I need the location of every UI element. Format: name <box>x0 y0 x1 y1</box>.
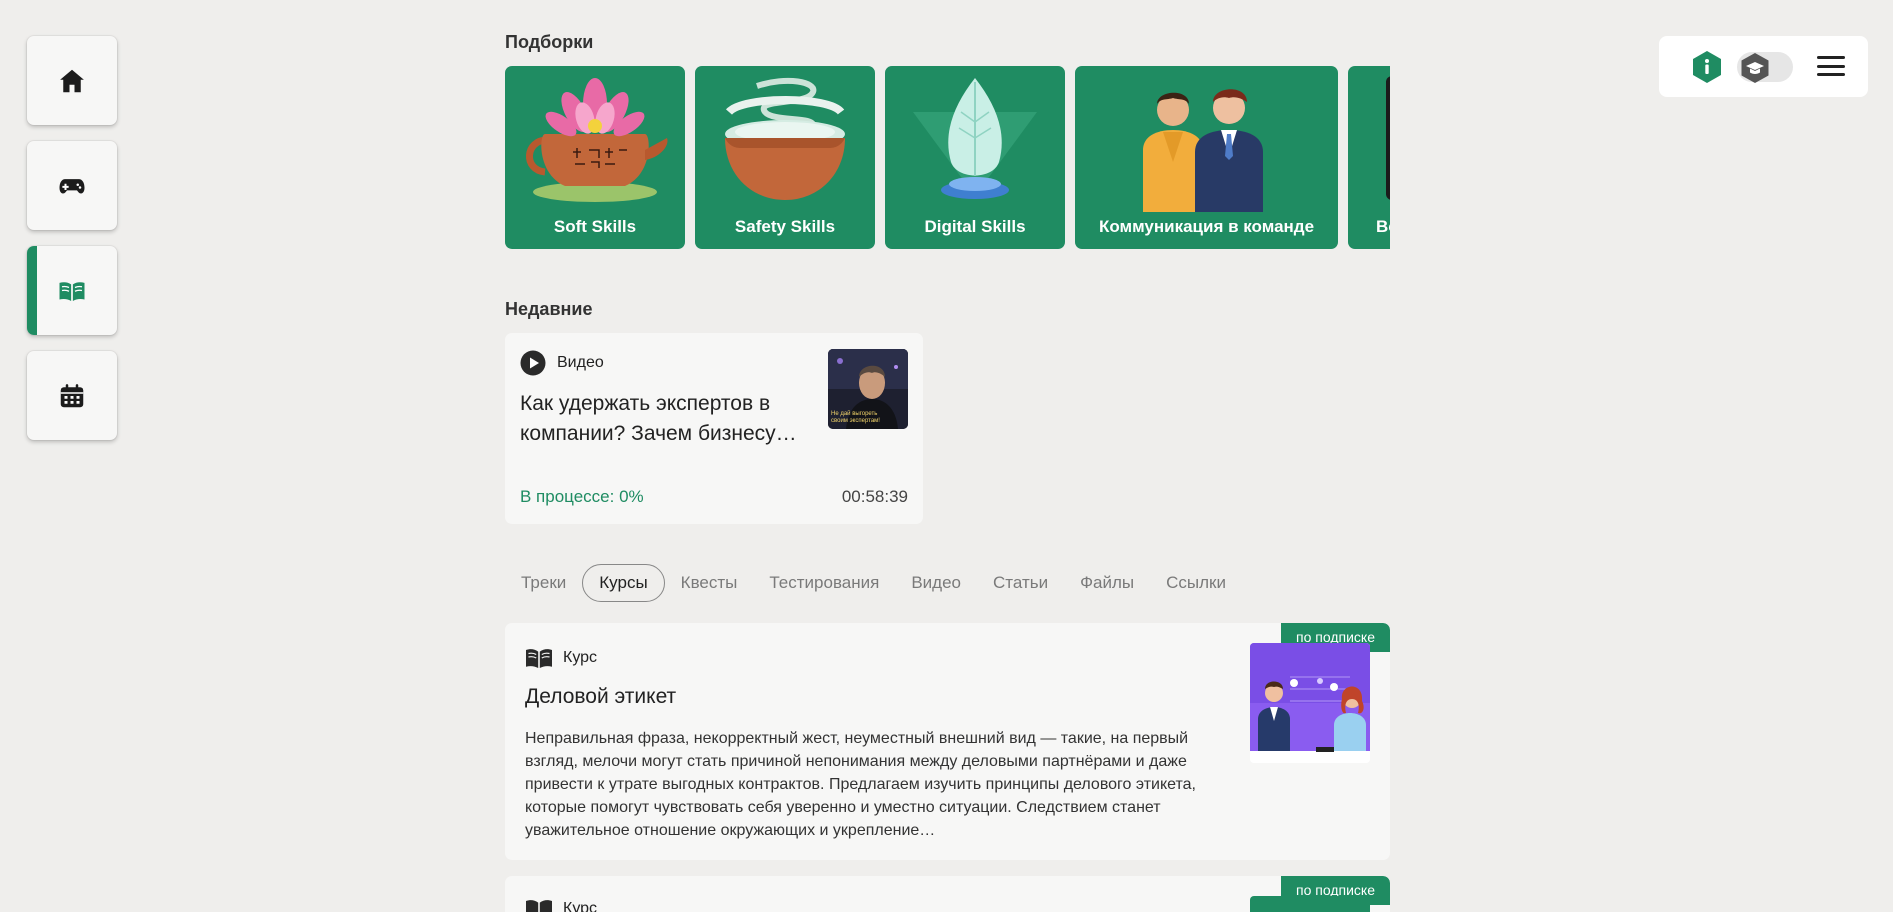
card-type-label: Курс <box>563 649 598 666</box>
tab-quests[interactable]: Квесты <box>665 564 754 602</box>
nav-games-button[interactable] <box>27 141 117 230</box>
book-icon <box>526 900 552 912</box>
tab-links[interactable]: Ссылки <box>1150 564 1242 602</box>
thumbnail-caption: Не дай выгореть своим экспертам! <box>831 411 880 424</box>
partial-card-art <box>1386 76 1390 200</box>
collection-label: Коммуникация в команде <box>1098 217 1315 236</box>
course-card-business-etiquette[interactable]: по подписке Курс Деловой этикет Неправил… <box>505 623 1390 860</box>
collections-carousel[interactable]: Soft Skills Safety Skills Digital Skills <box>505 66 1390 249</box>
video-thumbnail: Не дай выгореть своим экспертам! <box>828 349 908 429</box>
progress-status: В процессе: 0% <box>520 487 644 506</box>
collection-label: Во <box>1376 217 1390 236</box>
collection-card-team-communication[interactable]: Коммуникация в команде <box>1075 66 1338 249</box>
business-meeting-art <box>1250 643 1370 763</box>
top-toolbar <box>1659 36 1868 97</box>
course-thumbnail <box>1250 643 1370 763</box>
collection-card-digital-skills[interactable]: Digital Skills <box>885 66 1065 249</box>
card-type-label: Видео <box>557 354 604 371</box>
home-icon <box>60 69 84 92</box>
info-hexagon-icon <box>1693 51 1721 83</box>
collection-card-safety-skills[interactable]: Safety Skills <box>695 66 875 249</box>
course-card-second[interactable]: по подписке Курс <box>505 876 1390 912</box>
left-nav <box>27 36 117 456</box>
gamepad-icon <box>59 178 85 193</box>
nav-library-button[interactable] <box>27 246 117 335</box>
collections-title: Подборки <box>505 32 594 52</box>
recent-title: Недавние <box>505 299 593 319</box>
tab-courses[interactable]: Курсы <box>582 564 665 602</box>
info-button[interactable] <box>1691 50 1723 84</box>
tab-tracks[interactable]: Треки <box>505 564 582 602</box>
collection-label: Soft Skills <box>553 217 637 236</box>
mode-toggle[interactable] <box>1737 52 1793 83</box>
course-description: Неправильная фраза, некорректный жест, н… <box>525 730 1196 839</box>
tab-files[interactable]: Файлы <box>1064 564 1150 602</box>
two-businessmen-art <box>1143 89 1263 212</box>
lotus-teapot-art <box>526 78 668 202</box>
tab-videos[interactable]: Видео <box>895 564 977 602</box>
crystal-leaf-art <box>913 78 1037 199</box>
card-type-row: Курс <box>525 898 597 912</box>
menu-line <box>1817 56 1845 59</box>
recent-card-title: Как удержать экспертов в компании? Зачем… <box>520 392 797 445</box>
nav-home-button[interactable] <box>27 36 117 125</box>
tab-articles[interactable]: Статьи <box>977 564 1064 602</box>
course-thumbnail <box>1250 896 1370 912</box>
collection-card-partial[interactable]: Во <box>1348 66 1390 249</box>
collection-label: Safety Skills <box>734 217 836 236</box>
tab-tests[interactable]: Тестирования <box>753 564 895 602</box>
video-duration: 00:58:39 <box>841 487 908 506</box>
recent-video-card[interactable]: Видео Как удержать экспертов в компании?… <box>505 333 923 524</box>
nav-calendar-button[interactable] <box>27 351 117 440</box>
hamburger-menu-icon[interactable] <box>1817 53 1845 79</box>
collection-card-soft-skills[interactable]: Soft Skills <box>505 66 685 249</box>
play-circle-icon <box>520 350 546 376</box>
content-type-tabs: Треки Курсы Квесты Тестирования Видео Ст… <box>505 564 1242 602</box>
graduation-cap-icon <box>1741 53 1769 83</box>
card-type-row: Курс <box>525 647 597 669</box>
card-type-row: Видео <box>520 350 604 376</box>
menu-line <box>1817 73 1845 76</box>
book-icon <box>526 649 552 668</box>
book-open-icon <box>59 281 85 301</box>
steaming-bowl-art <box>725 77 845 200</box>
calendar-icon <box>60 383 84 407</box>
card-type-label: Курс <box>563 900 598 912</box>
collection-label: Digital Skills <box>924 217 1026 236</box>
course-title: Деловой этикет <box>525 685 677 708</box>
menu-line <box>1817 64 1845 68</box>
